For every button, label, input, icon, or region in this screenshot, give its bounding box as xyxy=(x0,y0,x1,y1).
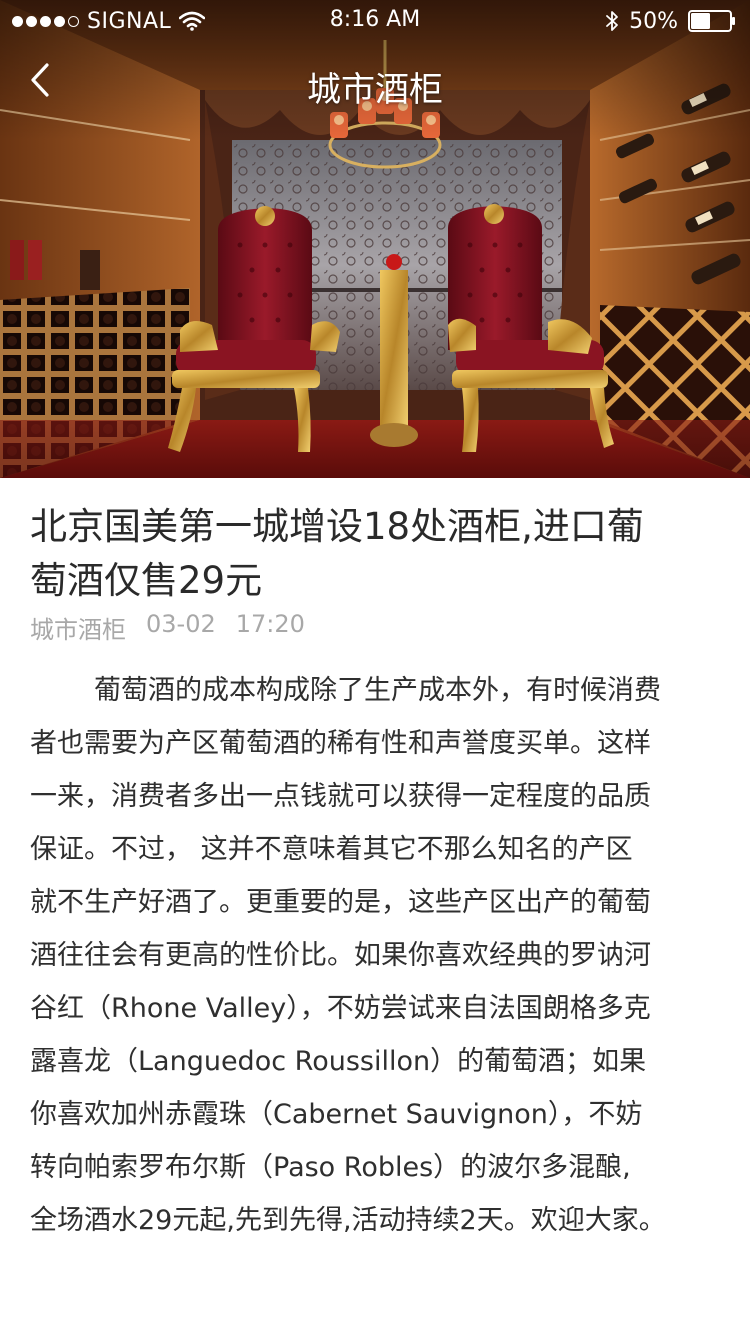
battery-icon xyxy=(688,10,735,32)
battery-percent: 50% xyxy=(629,8,678,34)
article-title-line: 萄酒仅售29元 xyxy=(30,559,263,602)
nav-title: 城市酒柜 xyxy=(307,70,443,110)
article-meta: 城市酒柜 03-02 17:20 xyxy=(30,610,305,645)
article-time: 17:20 xyxy=(235,610,305,638)
body-line: 露喜龙（Languedoc Roussillon）的葡萄酒；如果 xyxy=(30,1046,647,1077)
body-line: 葡萄酒的成本构成除了生产成本外，有时候消费 xyxy=(94,675,661,706)
status-right: 50% xyxy=(605,8,736,34)
body-line: 者也需要为产区葡萄酒的稀有性和声誉度买单。这样 xyxy=(30,728,651,759)
body-line: 谷红（Rhone Valley），不妨尝试来自法国朗格多克 xyxy=(30,993,651,1024)
bluetooth-icon xyxy=(606,11,618,31)
body-line: 保证。不过， 这并不意味着其它不那么知名的产区 xyxy=(30,834,633,865)
article-body: 葡萄酒的成本构成除了生产成本外，有时候消费 者也需要为产区葡萄酒的稀有性和声誉度… xyxy=(30,664,720,1247)
status-bar: SIGNAL 8:16 AM 50% xyxy=(0,0,750,40)
nav-bar: 城市酒柜 xyxy=(0,40,750,128)
article-page: SIGNAL 8:16 AM 50% 城市酒柜 北京国美第一城增设18处酒柜,进… xyxy=(0,0,750,1334)
body-line: 你喜欢加州赤霞珠（Cabernet Sauvignon），不妨 xyxy=(30,1099,643,1130)
body-line: 全场酒水29元起,先到先得,活动持续2天。欢迎大家。 xyxy=(30,1205,666,1236)
body-line: 就不生产好酒了。更重要的是，这些产区出产的葡萄 xyxy=(30,887,651,918)
article-source: 城市酒柜 xyxy=(30,616,126,644)
body-line: 转向帕索罗布尔斯（Paso Robles）的波尔多混酿, xyxy=(30,1152,631,1183)
article-title: 北京国美第一城增设18处酒柜,进口葡 萄酒仅售29元 xyxy=(30,500,720,608)
article-date: 03-02 xyxy=(146,610,216,638)
body-line: 一来，消费者多出一点钱就可以获得一定程度的品质 xyxy=(30,781,651,812)
article-title-line: 北京国美第一城增设18处酒柜,进口葡 xyxy=(30,505,644,548)
body-line: 酒往往会有更高的性价比。如果你喜欢经典的罗讷河 xyxy=(30,940,651,971)
